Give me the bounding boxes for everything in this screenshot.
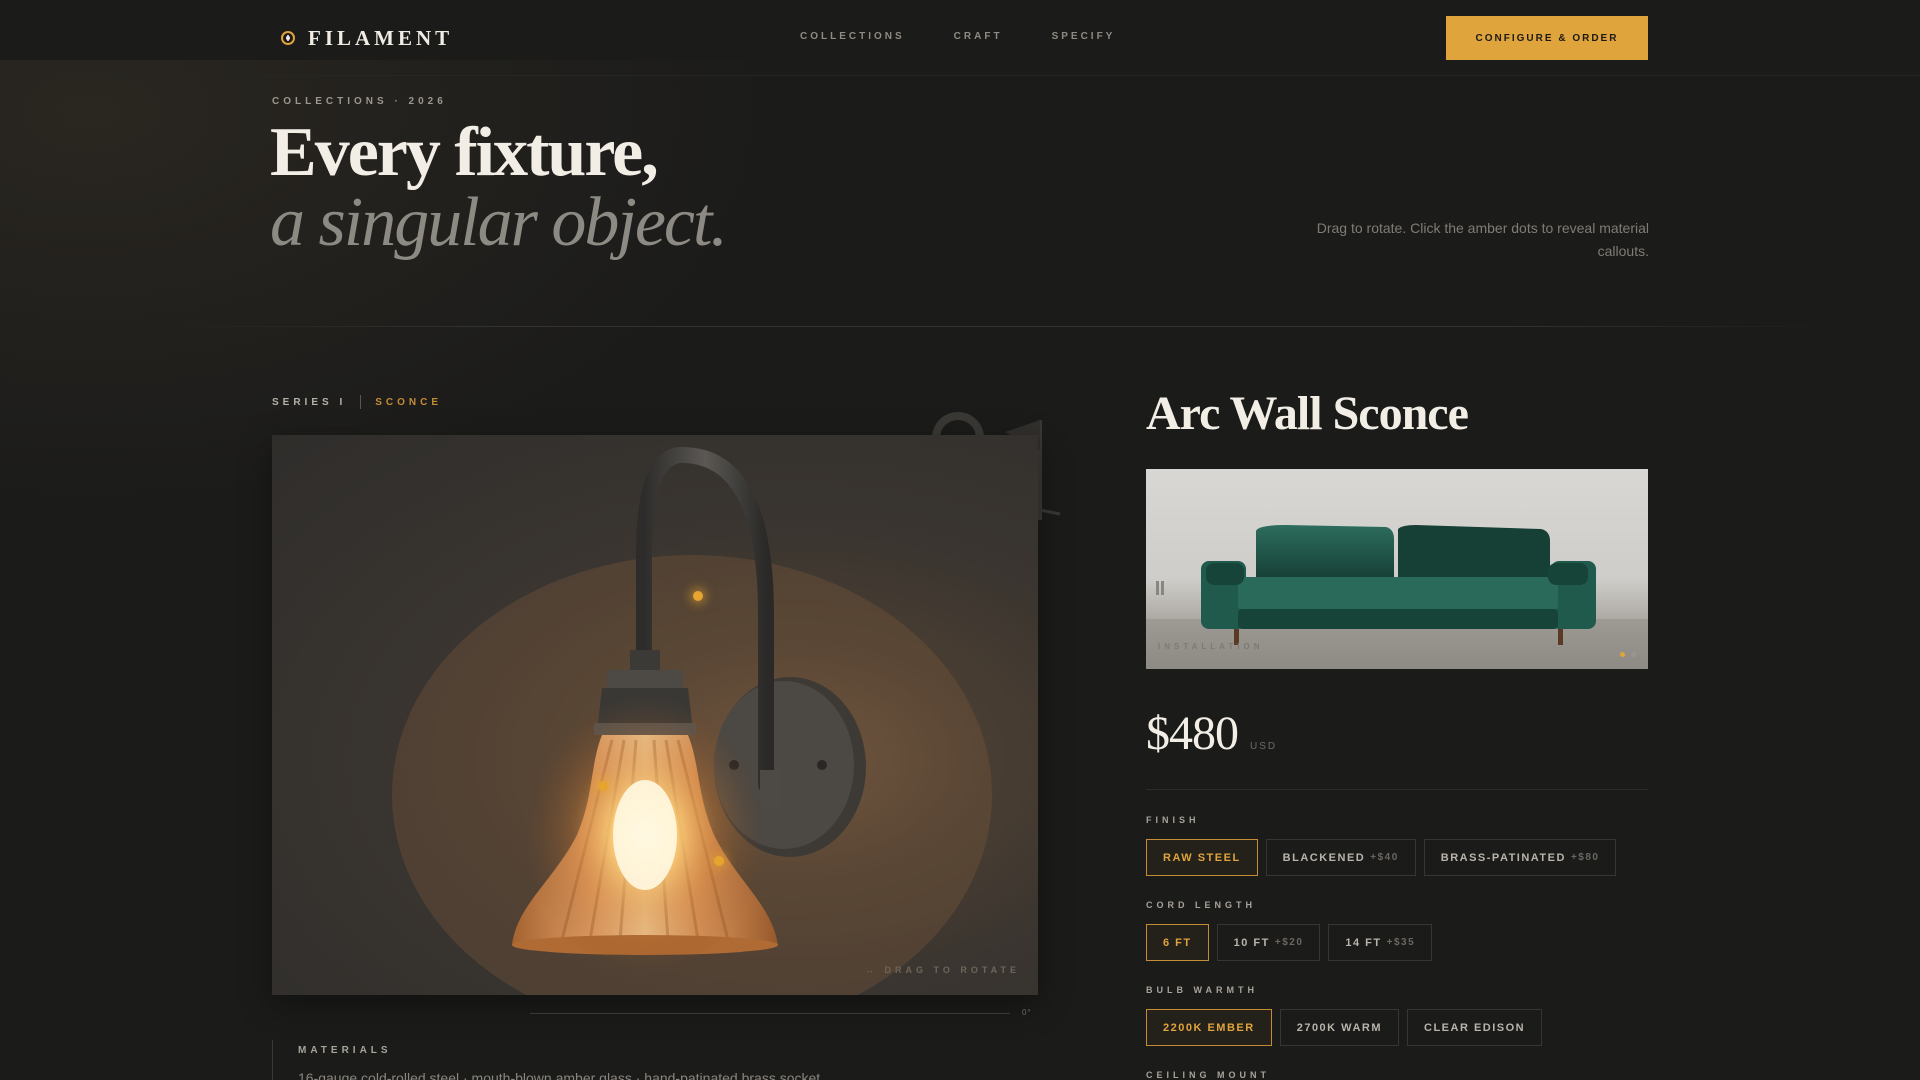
installation-preview[interactable]: INSTALLATION: [1146, 469, 1648, 669]
nav-craft[interactable]: CRAFT: [954, 31, 1003, 42]
cord-option-group: CORD LENGTH 6 FT 10 FT +$20 14 FT +$35: [1146, 900, 1433, 961]
bulb-warmth-label: BULB WARMTH: [1146, 985, 1258, 995]
price-divider: [1146, 789, 1648, 790]
nav-collections[interactable]: COLLECTIONS: [800, 31, 905, 42]
cord-14ft[interactable]: 14 FT +$35: [1328, 924, 1433, 961]
sconce-illustration: [392, 446, 992, 995]
bulb-icon: [281, 31, 295, 45]
top-bar: FILAMENT COLLECTIONS CRAFT SPECIFY CONFI…: [0, 0, 1920, 76]
materials-text: 16-gauge cold-rolled steel · mouth-blown…: [298, 1070, 821, 1080]
material-hotspot[interactable]: [598, 781, 608, 791]
hero-title: Every fixture,: [270, 114, 659, 191]
carousel-dot-1[interactable]: [1620, 652, 1625, 657]
product-viewer[interactable]: ↔ DRAG TO ROTATE: [272, 435, 1038, 995]
material-hotspot[interactable]: [714, 856, 724, 866]
product-title: Arc Wall Sconce: [1146, 387, 1469, 440]
series-label: SERIES I: [272, 396, 347, 408]
materials-label: MATERIALS: [298, 1045, 392, 1056]
bulb-2700k-warm[interactable]: 2700K WARM: [1279, 1009, 1399, 1046]
rotate-hint: Drag to rotate. Click the amber dots to …: [1316, 220, 1649, 259]
rotation-scrubber[interactable]: [530, 1013, 1010, 1014]
series-divider: [360, 395, 362, 409]
hero-divider: [160, 326, 1840, 327]
materials-section: MATERIALS 16-gauge cold-rolled steel · m…: [272, 1040, 972, 1080]
mount-option-group: CEILING MOUNT: [1146, 1070, 1270, 1080]
brand-name: FILAMENT: [308, 25, 454, 50]
cord-length-label: CORD LENGTH: [1146, 900, 1256, 910]
material-hotspot[interactable]: [693, 591, 703, 601]
ceiling-mount-label: CEILING MOUNT: [1146, 1070, 1270, 1080]
carousel-dot-2[interactable]: [1631, 652, 1636, 657]
nav-specify[interactable]: SPECIFY: [1052, 31, 1116, 42]
configure-order-button[interactable]: CONFIGURE & ORDER: [1446, 16, 1648, 60]
sofa-illustration: [1146, 525, 1648, 669]
currency: USD: [1250, 741, 1278, 752]
series-label-row: SERIES I SCONCE: [272, 395, 442, 409]
drag-to-rotate-hint: ↔ DRAG TO ROTATE: [865, 965, 1020, 975]
bulb-clear-edison[interactable]: CLEAR EDISON: [1407, 1009, 1543, 1046]
cord-6ft[interactable]: 6 FT: [1146, 924, 1209, 961]
main-nav: COLLECTIONS CRAFT SPECIFY: [800, 31, 1115, 42]
finish-raw-steel[interactable]: RAW STEEL: [1146, 839, 1258, 876]
carousel-dots: [1620, 652, 1636, 657]
finish-brass-patinated[interactable]: BRASS-PATINATED +$80: [1423, 839, 1617, 876]
bulb-2200k-ember[interactable]: 2200K EMBER: [1146, 1009, 1272, 1046]
price: $480: [1146, 707, 1239, 760]
finish-label: FINISH: [1146, 815, 1200, 825]
series-type: SCONCE: [375, 396, 443, 408]
finish-blackened[interactable]: BLACKENED +$40: [1265, 839, 1416, 876]
hero-subtitle: a singular object.: [270, 184, 728, 261]
hero-eyebrow: COLLECTIONS · 2026: [272, 96, 447, 107]
installation-label: INSTALLATION: [1158, 642, 1264, 651]
rotation-angle: 0°: [1022, 1008, 1032, 1017]
brand-logo[interactable]: FILAMENT: [280, 24, 453, 52]
price-row: $480 USD: [1146, 706, 1277, 761]
finish-option-group: FINISH RAW STEEL BLACKENED +$40 BRASS-PAT…: [1146, 815, 1617, 876]
cord-10ft[interactable]: 10 FT +$20: [1216, 924, 1321, 961]
bulb-option-group: BULB WARMTH 2200K EMBER 2700K WARM CLEAR…: [1146, 985, 1543, 1046]
